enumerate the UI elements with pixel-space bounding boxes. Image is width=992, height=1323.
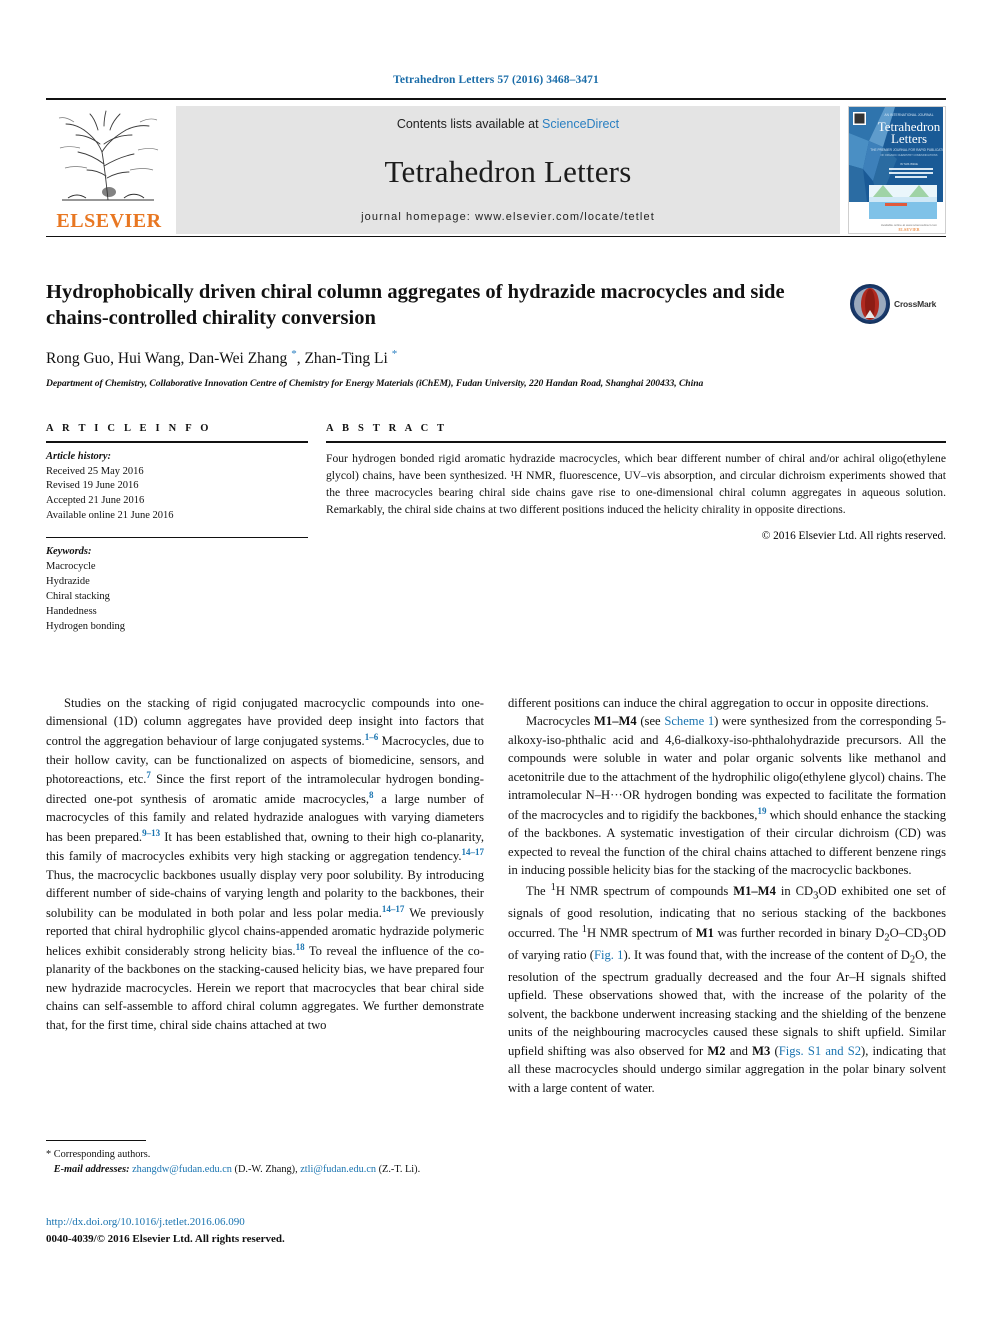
title-block: Hydrophobically driven chiral column agg… (46, 279, 946, 389)
sciencedirect-link[interactable]: ScienceDirect (542, 117, 619, 131)
svg-text:IN THIS ISSUE: IN THIS ISSUE (900, 162, 918, 166)
svg-text:ELSEVIER: ELSEVIER (898, 227, 919, 232)
crossmark-badge[interactable]: CrossMark (850, 281, 946, 327)
abstract-text: Four hydrogen bonded rigid aromatic hydr… (326, 451, 946, 517)
paragraph: Macrocycles M1–M4 (see Scheme 1) were sy… (508, 714, 947, 878)
keyword-item: Macrocycle (46, 561, 96, 573)
journal-title: Tetrahedron Letters (384, 153, 632, 189)
article-info-column: A R T I C L E I N F O Article history: R… (46, 423, 308, 635)
abstract-column: A B S T R A C T Four hydrogen bonded rig… (326, 423, 946, 635)
running-head: Tetrahedron Letters 57 (2016) 3468–3471 (393, 74, 599, 86)
doi-link[interactable]: http://dx.doi.org/10.1016/j.tetlet.2016.… (46, 1214, 285, 1231)
svg-text:OF ORGANIC CHEMISTRY COMMUNICA: OF ORGANIC CHEMISTRY COMMUNICATIONS (880, 153, 937, 157)
journal-cover-thumbnail: AN INTERNATIONAL JOURNAL Tetrahedron Let… (848, 106, 946, 234)
keyword-item: Hydrazide (46, 575, 90, 587)
crossmark-label: CrossMark (894, 299, 937, 309)
article-first-page: Tetrahedron Letters 57 (2016) 3468–3471 (0, 0, 992, 1323)
page-title: Hydrophobically driven chiral column agg… (46, 281, 785, 330)
journal-band: Contents lists available at ScienceDirec… (176, 106, 840, 234)
journal-masthead: ELSEVIER Contents lists available at Sci… (46, 106, 946, 234)
masthead-bottom-divider (46, 236, 946, 237)
crossmark-icon (850, 284, 890, 324)
contents-available-line: Contents lists available at ScienceDirec… (397, 117, 619, 131)
corresponding-authors-note: * Corresponding authors. (46, 1149, 151, 1160)
body-column-left: Studies on the stacking of rigid conjuga… (46, 694, 484, 1097)
header-divider (46, 98, 946, 100)
keyword-item: Handedness (46, 605, 97, 617)
paragraph: different positions can induce the chira… (508, 696, 929, 710)
svg-text:THE PREMIER JOURNAL FOR RAPID: THE PREMIER JOURNAL FOR RAPID PUBLICATIO… (870, 148, 943, 152)
article-info-rule (46, 440, 308, 443)
history-item: Accepted 21 June 2016 (46, 495, 145, 507)
email-link-zhang[interactable]: zhangdw@fudan.edu.cn (132, 1164, 232, 1175)
journal-homepage[interactable]: journal homepage: www.elsevier.com/locat… (361, 211, 655, 223)
history-item: Received 25 May 2016 (46, 465, 144, 477)
keywords-rule (46, 537, 308, 539)
email-owner-zhang: (D.-W. Zhang) (234, 1163, 296, 1175)
email-link-li[interactable]: ztli@fudan.edu.cn (300, 1164, 376, 1175)
elsevier-tree-icon (58, 110, 159, 201)
paragraph: The 1H NMR spectrum of compounds M1–M4 i… (508, 881, 947, 1095)
email-addresses-line: E-mail addresses: zhangdw@fudan.edu.cn (… (53, 1163, 421, 1175)
paragraph: Studies on the stacking of rigid conjuga… (46, 696, 485, 1032)
keyword-item: Chiral stacking (46, 590, 110, 602)
author-list: Rong Guo, Hui Wang, Dan-Wei Zhang *, Zha… (46, 348, 398, 368)
footnote-rule (46, 1140, 146, 1141)
elsevier-logo: ELSEVIER (46, 106, 172, 234)
doi-block: http://dx.doi.org/10.1016/j.tetlet.2016.… (46, 1214, 285, 1247)
keywords-label: Keywords: (46, 546, 92, 558)
abstract-heading: A B S T R A C T (326, 422, 448, 434)
copyright-line: © 2016 Elsevier Ltd. All rights reserved… (761, 530, 946, 543)
footnote-block: * Corresponding authors. E-mail addresse… (46, 1140, 501, 1177)
email-label: E-mail addresses: (53, 1163, 130, 1175)
email-owner-li: (Z.-T. Li). (378, 1163, 421, 1175)
keyword-item: Hydrogen bonding (46, 620, 126, 632)
info-abstract-region: A R T I C L E I N F O Article history: R… (46, 423, 946, 635)
body-column-right: different positions can induce the chira… (508, 694, 946, 1097)
issn-copyright-line: 0040-4039/© 2016 Elsevier Ltd. All right… (46, 1232, 285, 1245)
abstract-rule (326, 440, 946, 443)
elsevier-wordmark: ELSEVIER (56, 210, 162, 232)
history-item: Available online 21 June 2016 (46, 510, 174, 522)
article-info-heading: A R T I C L E I N F O (46, 422, 212, 434)
svg-text:AN INTERNATIONAL JOURNAL: AN INTERNATIONAL JOURNAL (884, 113, 933, 117)
affiliation: Department of Chemistry, Collaborative I… (46, 377, 704, 389)
history-item: Revised 19 June 2016 (46, 480, 139, 492)
cover-art: AN INTERNATIONAL JOURNAL Tetrahedron Let… (849, 107, 945, 233)
contents-prefix: Contents lists available at (396, 117, 543, 131)
article-history-label: Article history: (46, 450, 112, 462)
body-columns: Studies on the stacking of rigid conjuga… (46, 694, 946, 1097)
svg-text:Letters: Letters (891, 131, 927, 146)
